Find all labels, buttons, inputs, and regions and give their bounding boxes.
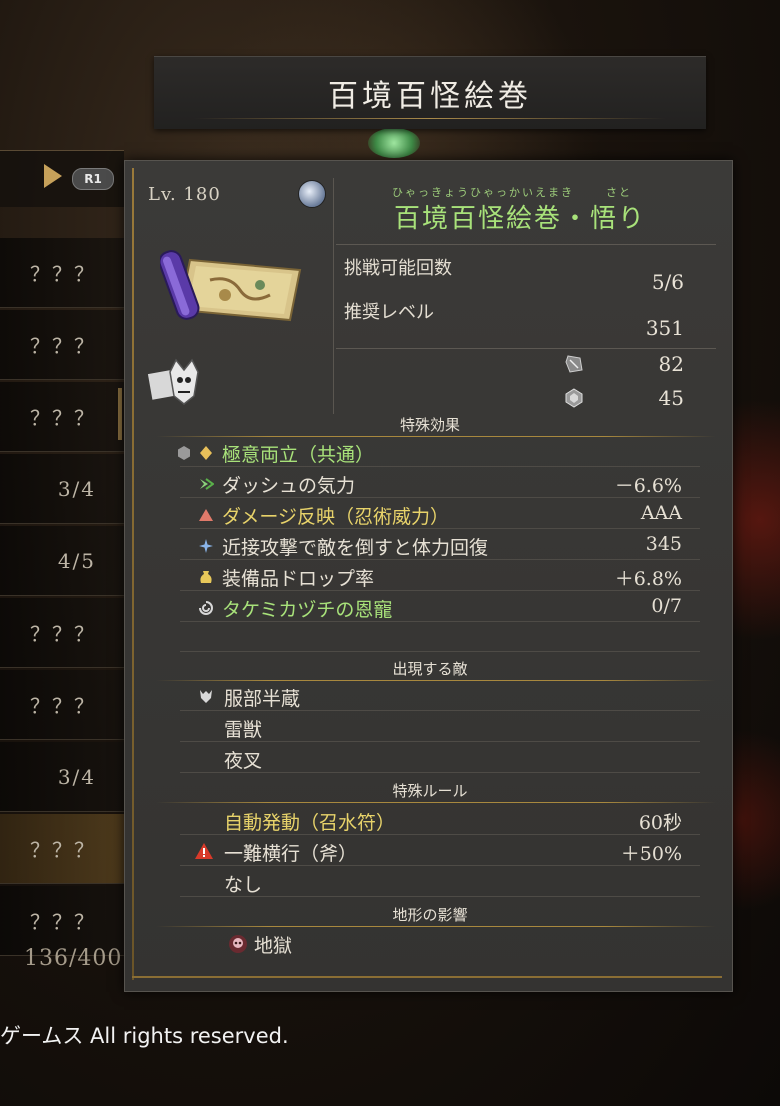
triangle-icon — [199, 509, 213, 521]
row-divider — [180, 590, 700, 591]
r1-button-hint[interactable]: R1 — [72, 168, 114, 190]
green-orb-decoration — [368, 128, 420, 158]
stat-value: 5/6 — [651, 270, 684, 294]
scroll-icon — [160, 250, 302, 322]
oni-icon — [200, 690, 212, 703]
dash-icon — [200, 478, 214, 490]
effect-label: ダッシュの気力 — [222, 475, 356, 497]
swirl-icon — [199, 601, 213, 615]
terrain-name: 地獄 — [254, 935, 293, 957]
section-divider — [156, 680, 716, 681]
row-divider — [180, 865, 700, 866]
rule-label: なし — [224, 874, 263, 896]
stat-label: 挑戦可能回数 — [344, 258, 452, 279]
material-count: 45 — [658, 386, 684, 410]
header-divider — [333, 178, 334, 414]
scrollbar-thumb[interactable] — [118, 388, 122, 440]
rule-value: 60秒 — [638, 812, 682, 834]
row-divider — [180, 497, 700, 498]
item-name: 百境百怪絵巻・悟り — [394, 204, 647, 234]
stat-value: 351 — [645, 316, 684, 340]
effect-value: 0/7 — [651, 595, 682, 617]
stat-label: 推奨レベル — [344, 302, 434, 323]
row-divider — [180, 651, 700, 652]
row-divider — [180, 559, 700, 560]
element-icon — [298, 180, 326, 208]
cleared-count: 136/400 — [24, 946, 123, 971]
rule-label: 自動発動（召水符） — [224, 812, 396, 834]
list-item[interactable]: 3/4 — [0, 454, 124, 524]
effect-value: ＋6.8% — [614, 568, 682, 590]
list-item[interactable]: ？？？ — [0, 670, 124, 740]
effect-label: ダメージ反映（忍術威力） — [222, 506, 450, 528]
row-divider — [180, 710, 700, 711]
section-divider — [156, 802, 716, 803]
row-divider — [180, 466, 700, 467]
section-title-special-effects: 特殊効果 — [399, 416, 460, 434]
row-divider — [180, 621, 700, 622]
list-item-selected[interactable]: ？？？ — [0, 814, 124, 884]
diamond-icon — [200, 446, 212, 460]
list-item[interactable]: ？？？ — [0, 382, 124, 452]
page-title: 百境百怪絵巻 — [154, 56, 706, 129]
list-item[interactable]: ？？？ — [0, 598, 124, 668]
section-divider — [156, 436, 716, 437]
pouch-icon — [200, 571, 212, 583]
sparkle-icon — [199, 539, 213, 553]
rule-label: 一難横行（斧） — [224, 843, 358, 865]
effect-label: 近接攻撃で敵を倒すと体力回復 — [222, 537, 489, 559]
hex-icon — [178, 446, 190, 460]
rule-value: ＋50% — [620, 843, 682, 865]
material-count: 82 — [658, 352, 684, 376]
section-divider — [156, 926, 716, 927]
list-item[interactable]: 4/5 — [0, 526, 124, 596]
card-gold-edge — [132, 168, 134, 980]
crystal-icon — [565, 388, 583, 408]
effect-label: 極意両立（共通） — [222, 444, 375, 466]
row-divider — [180, 528, 700, 529]
list-item[interactable]: 3/4 — [0, 742, 124, 812]
row-divider — [180, 772, 700, 773]
ore-icon — [565, 355, 583, 373]
divider — [336, 348, 716, 349]
row-divider — [180, 896, 700, 897]
card-gold-bottom — [132, 976, 722, 978]
divider — [336, 244, 716, 245]
effect-label: 装備品ドロップ率 — [222, 568, 375, 590]
list-item[interactable]: ？？？ — [0, 310, 124, 380]
copyright-text: ゲームス All rights reserved. — [0, 1024, 289, 1048]
enemy-name: 夜叉 — [224, 750, 263, 772]
arrow-right-icon[interactable] — [44, 164, 62, 188]
warning-icon — [195, 843, 213, 859]
list-item[interactable]: ？？？ — [0, 238, 124, 308]
enemy-name: 雷獣 — [224, 719, 263, 741]
oni-mask-icon — [147, 358, 199, 405]
section-title-special-rules: 特殊ルール — [392, 782, 468, 800]
section-title-terrain: 地形の影響 — [392, 906, 468, 924]
item-level: Lv. 180 — [148, 184, 221, 205]
effect-label: タケミカヅチの恩寵 — [222, 599, 393, 621]
section-title-enemies: 出現する敵 — [392, 660, 468, 678]
effect-value: 345 — [645, 533, 682, 555]
row-divider — [180, 741, 700, 742]
effect-value: －6.6% — [614, 475, 682, 497]
effect-value: AAA — [640, 502, 682, 524]
skull-icon — [229, 935, 247, 953]
enemy-name: 服部半蔵 — [224, 688, 301, 710]
row-divider — [180, 834, 700, 835]
